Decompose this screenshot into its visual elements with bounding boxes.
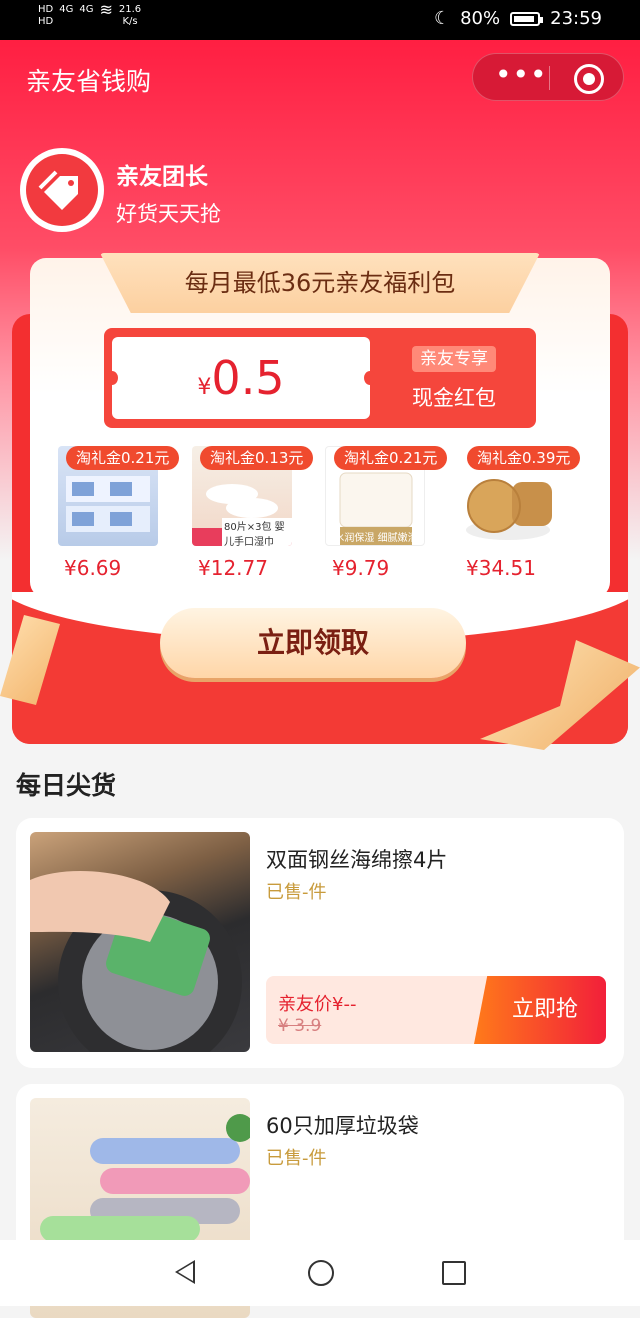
net-speed-value: 21.6 [118, 4, 142, 15]
signal-4g-1: 4G [59, 4, 74, 15]
product-badge-2: 淘礼金0.13元 [200, 446, 314, 470]
page-title: 亲友省钱购 [26, 67, 152, 96]
ticket-notch-left [106, 371, 118, 385]
system-nav-bar [0, 1240, 640, 1306]
product-badge-4-wrap: 淘礼金0.39元 [467, 446, 585, 474]
product-badge-3-wrap: 淘礼金0.21元 [334, 446, 452, 474]
clock: 23:59 [550, 8, 602, 29]
recent-apps-icon[interactable] [442, 1261, 466, 1285]
status-bar: HD HD 4G 4G ≋ 21.6 K/s ☾ 80% 23:59 [0, 0, 640, 40]
price-bar: 亲友价¥-- ¥ 3.9 立即抢 [266, 976, 606, 1044]
home-icon[interactable] [308, 1260, 334, 1286]
shop-subtitle: 好货天天抢 [116, 202, 221, 226]
section-title: 每日尖货 [16, 771, 117, 800]
product-badge-4: 淘礼金0.39元 [467, 446, 581, 470]
product-price-4: ¥34.51 [466, 556, 536, 580]
buy-now-button[interactable]: 立即抢 [474, 976, 606, 1044]
shop-name: 亲友团长 [116, 164, 208, 190]
cash-redpacket[interactable]: ¥0.5 亲友专享 现金红包 [104, 328, 536, 428]
battery-icon [510, 11, 544, 26]
net-speed-unit: K/s [122, 16, 138, 27]
item-name: 60只加厚垃圾袋 [266, 1114, 419, 1138]
moon-icon: ☾ [433, 8, 451, 29]
product-badge-1: 淘礼金0.21元 [66, 446, 180, 470]
more-icon[interactable]: ••• [495, 61, 547, 89]
shop-logo [20, 148, 104, 232]
friend-price: 亲友价¥-- [278, 994, 357, 1015]
back-icon[interactable] [175, 1260, 195, 1284]
original-price: ¥ 3.9 [278, 1016, 322, 1036]
currency-symbol: ¥ [197, 375, 212, 400]
wifi-icon: ≋ [99, 0, 113, 19]
heart-tag-icon [26, 154, 98, 226]
ticket-notch-right [364, 371, 376, 385]
list-item[interactable]: 双面钢丝海绵擦4片 已售-件 亲友价¥-- ¥ 3.9 立即抢 [16, 818, 624, 1068]
miniprogram-capsule[interactable]: ••• [472, 53, 624, 101]
product-price-2: ¥12.77 [198, 556, 268, 580]
item-name: 双面钢丝海绵擦4片 [266, 848, 448, 872]
item-sold: 已售-件 [266, 1148, 327, 1169]
product-3-caption: 水润保湿 细腻嫩滑 [334, 533, 418, 544]
redpacket-amount-box: ¥0.5 [112, 337, 370, 419]
sponge-pan-image [30, 871, 242, 1052]
redpacket-tag: 亲友专享 [412, 346, 496, 372]
battery-percent: 80% [460, 8, 501, 29]
claim-now-button[interactable]: 立即领取 [160, 608, 466, 678]
redpacket-amount: 0.5 [211, 351, 285, 405]
item-sold: 已售-件 [266, 882, 327, 903]
product-price-1: ¥6.69 [64, 556, 122, 580]
item-image[interactable] [30, 832, 250, 1052]
product-badge-3: 淘礼金0.21元 [334, 446, 448, 470]
product-badge-2-wrap: 淘礼金0.13元 [200, 446, 318, 474]
promo-banner-title: 每月最低36元亲友福利包 [100, 253, 540, 313]
net-speed: 21.6 K/s [119, 4, 141, 28]
sim-icons: HD HD [38, 4, 54, 27]
signal-4g-2: 4G [79, 4, 94, 15]
product-2-caption: 80片×3包 婴儿手口湿巾 [222, 518, 292, 546]
product-price-3: ¥9.79 [332, 556, 390, 580]
redpacket-label: 现金红包 [412, 386, 496, 410]
status-left: HD HD 4G 4G ≋ 21.6 K/s [38, 0, 141, 28]
product-badge-1-wrap: 淘礼金0.21元 [66, 446, 184, 474]
status-right: ☾ 80% 23:59 [434, 8, 602, 29]
capsule-divider [549, 66, 550, 90]
close-target-icon[interactable] [574, 64, 604, 94]
